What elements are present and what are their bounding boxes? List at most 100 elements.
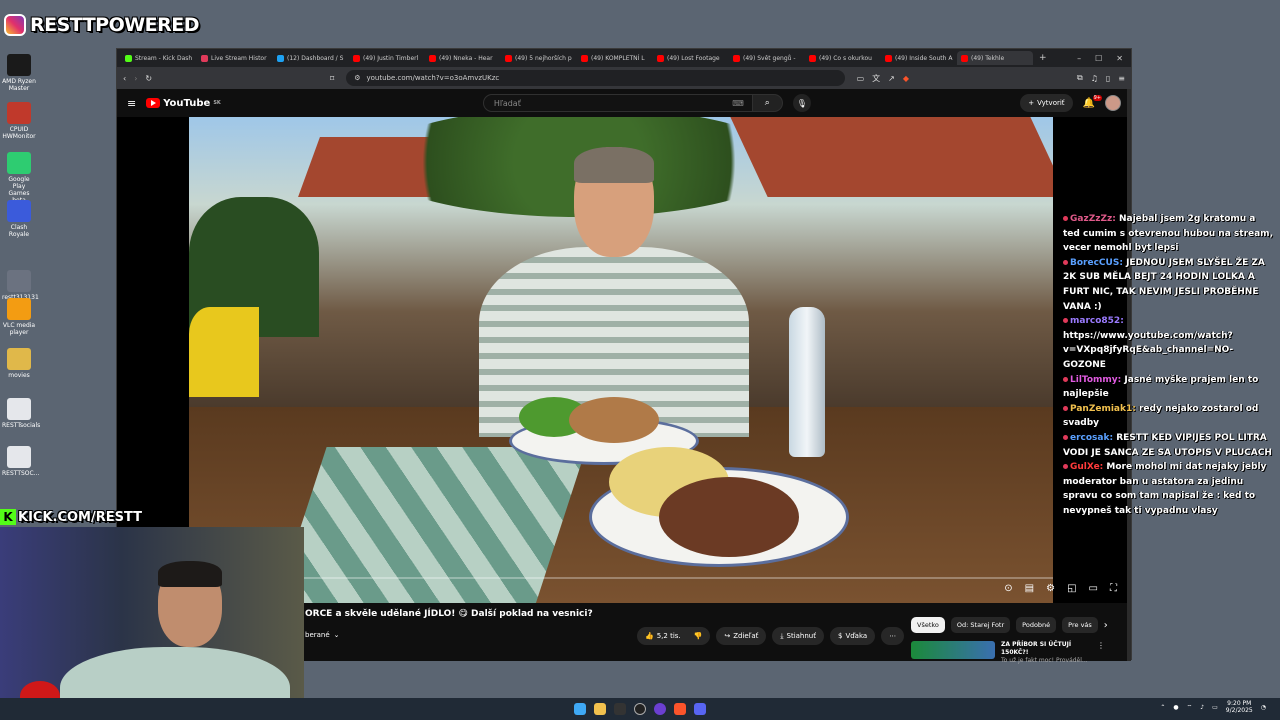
voice-search-button[interactable]: 🎙 [792,94,811,112]
cast-icon[interactable]: ▭ [857,74,865,83]
webcam-feed [0,527,304,720]
sidebar-icon[interactable]: ▯ [1106,74,1110,83]
browser-tab[interactable]: (49) Lost Footage [653,51,729,65]
browser-tab[interactable]: (49) Co s okurkou [805,51,881,65]
desktop-icon[interactable]: Google Play Games beta [2,152,36,204]
theater-mode-icon[interactable]: ▭ [1089,583,1098,594]
discord-icon[interactable] [694,703,706,715]
app-icon [7,348,31,370]
media-icon[interactable]: ♫ [1091,74,1098,83]
download-button[interactable]: ⤓ Stiahnuť [772,627,824,645]
notifications-button[interactable]: 🔔 9+ [1083,94,1102,109]
monitor-icon[interactable]: ▭ [1212,704,1218,711]
new-tab-icon[interactable]: + [1039,53,1047,63]
channel-info[interactable]: berané ⌄ [305,631,340,639]
browser-tab[interactable]: (49) Svět gengů - [729,51,805,65]
desktop-icon[interactable]: restt313131 [2,270,39,301]
browser-tab[interactable]: Live Stream Histor [197,51,273,65]
filter-chip[interactable]: Od: Starej Fotr [950,617,1011,633]
network-icon[interactable]: ⌔ [1187,704,1193,711]
brave-browser-icon[interactable] [674,703,686,715]
minimize-icon[interactable]: – [1077,54,1081,63]
maximize-icon[interactable]: ☐ [1095,54,1102,63]
more-actions-button[interactable]: ⋯ [881,627,905,645]
reload-icon[interactable]: ↻ [145,74,152,83]
search-input[interactable]: Hľadať ⌨ [482,94,753,112]
clock[interactable]: 9:20 PM 9/2/2025 [1226,700,1253,714]
favicon-icon [809,54,816,62]
chat-username: PanZemiak1: [1070,403,1139,414]
thanks-icon: $ [837,632,843,640]
search-button[interactable]: ⌕ [752,94,783,112]
filter-chip[interactable]: Pre vás [1062,617,1098,633]
share-button[interactable]: ↪ Zdieľať [716,627,767,645]
tray-chevron-icon[interactable]: ⌃ [1160,704,1165,711]
chevron-right-icon[interactable]: › [1104,620,1108,631]
url-field[interactable]: ⚙ youtube.com/watch?v=o3oAmvzUKzc [346,70,845,86]
windows-start-icon[interactable] [574,703,586,715]
file-explorer-icon[interactable] [594,703,606,715]
fullscreen-icon[interactable]: ⛶ [1110,583,1117,594]
kebab-menu-icon[interactable]: ⋮ [1097,641,1105,665]
subtitles-icon[interactable]: ▤ [1025,583,1034,594]
desktop-icon[interactable]: VLC media player [2,298,36,336]
create-button[interactable]: + Vytvoriť [1020,94,1073,112]
share-page-icon[interactable]: ↗ [888,74,895,83]
avatar[interactable] [1105,95,1121,111]
forward-icon[interactable]: › [134,74,137,83]
browser-tab[interactable]: (49) Tekhle [957,51,1033,65]
app-icon [7,102,31,124]
desktop-icon-label: VLC media player [2,322,36,336]
browser-tab[interactable]: (12) Dashboard / S [273,51,349,65]
browser-tab[interactable]: (49) KOMPLETNÍ L [577,51,653,65]
brave-shield-icon[interactable]: ◆ [903,74,909,83]
miniplayer-icon[interactable]: ◱ [1067,583,1076,594]
app-icon[interactable] [654,703,666,715]
progress-bar[interactable] [189,573,1053,582]
thanks-button[interactable]: $ Vďaka [829,627,876,645]
tab-list: Stream - Kick Dash Live Stream Histor (12)… [121,51,1033,65]
bell-tray-icon[interactable]: ◔ [1261,704,1266,711]
back-icon[interactable]: ‹ [123,74,126,83]
hamburger-icon[interactable]: ≡ [127,97,136,110]
obs-icon[interactable] [634,703,646,715]
translate-icon[interactable]: 文 [872,73,880,84]
tray-app-icon[interactable]: ● [1173,704,1178,711]
bookmark-icon[interactable]: ⌑ [330,74,334,83]
desktop-icon[interactable]: movies [2,348,36,379]
like-button[interactable]: 👍 5,2 tis. 👎 [637,627,711,645]
recommended-video[interactable]: ZA PŘÍBOR SI ÚČTUJÍ 150KČ?! To už je fak… [911,641,1105,665]
user-badge-icon [1063,259,1068,265]
keyboard-icon[interactable]: ⌨ [732,99,744,108]
terminal-icon[interactable] [614,703,626,715]
search-placeholder: Hľadať [493,98,521,108]
volume-icon[interactable]: ♪ [1200,704,1204,711]
chat-message: BorecCUS: JEDNOU JSEM SLYŠEL ŽE ZA 2K SU… [1063,256,1275,314]
menu-icon[interactable]: ≡ [1118,74,1125,83]
share-label: Zdieľať [733,632,759,640]
desktop-icon[interactable]: AMD Ryzen Master [2,54,36,92]
browser-tab[interactable]: Stream - Kick Dash [121,51,197,65]
filter-chip[interactable]: Všetko [911,617,945,633]
filter-chip[interactable]: Podobné [1016,617,1057,633]
close-icon[interactable]: ✕ [1116,54,1123,63]
browser-tab[interactable]: (49) Justin Timberl [349,51,425,65]
autoplay-toggle[interactable]: ⊙ [1004,583,1012,594]
user-badge-icon [1063,464,1068,470]
user-badge-icon [1063,216,1068,221]
tab-label: (49) Lost Footage [667,54,720,62]
settings-icon[interactable]: ⚙ [1046,583,1055,594]
desktop-icon[interactable]: CPUID HWMonitor [2,102,36,140]
desktop-icon[interactable]: RESTTsocials [2,398,40,429]
thumbs-down-icon[interactable]: 👎 [694,632,703,640]
browser-tab[interactable]: (49) 5 nejhorších p [501,51,577,65]
url-text: youtube.com/watch?v=o3oAmvzUKzc [366,74,500,82]
browser-tab[interactable]: (49) Nneka - Hear [425,51,501,65]
desktop-icon[interactable]: RESTTSOC... [2,446,39,477]
browser-tab[interactable]: (49) Inside South A [881,51,957,65]
extensions-icon[interactable]: ⧉ [1077,73,1083,83]
app-icon [7,54,31,76]
desktop-icon[interactable]: Clash Royale [2,200,36,238]
youtube-logo[interactable]: YouTube SK [146,98,221,109]
site-info-icon[interactable]: ⚙ [354,74,360,82]
